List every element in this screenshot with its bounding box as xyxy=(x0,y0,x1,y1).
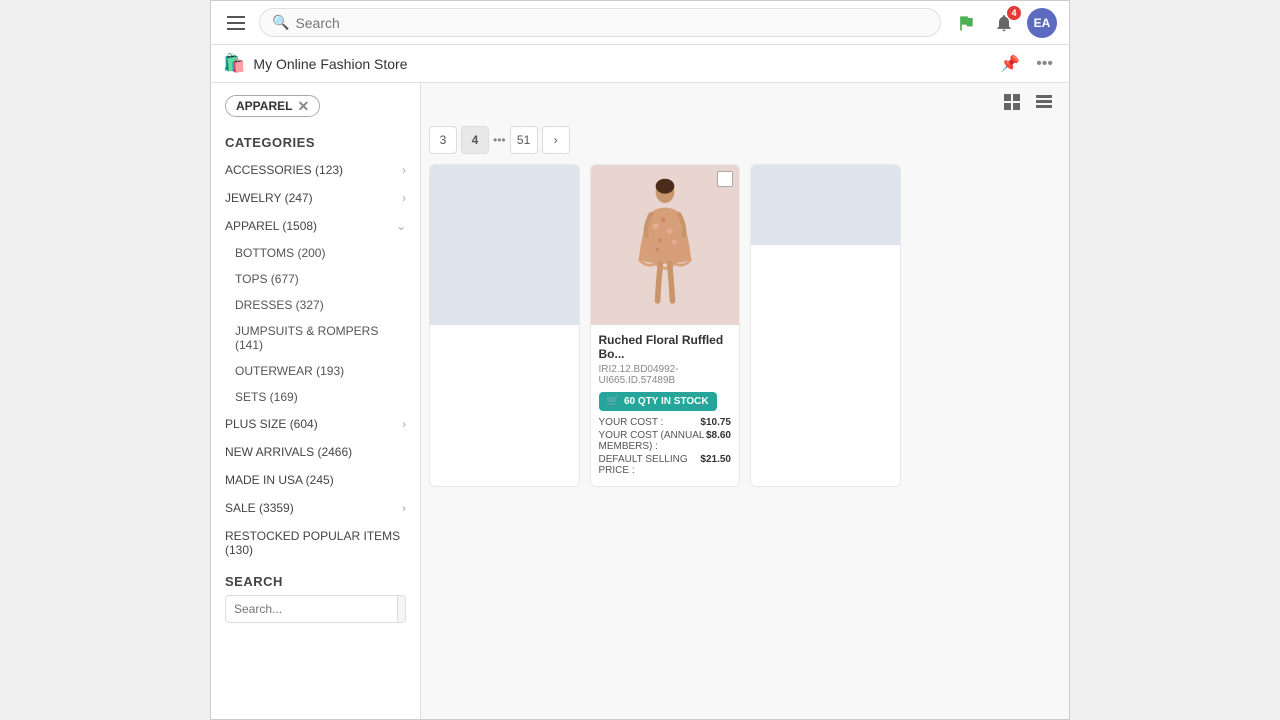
chevron-down-icon: ⌄ xyxy=(396,219,406,233)
second-bar: 🛍️ My Online Fashion Store 📌 ••• xyxy=(211,45,1069,83)
category-accessories[interactable]: ACCESSORIES (123) › xyxy=(211,156,420,184)
product-sku: IRI2.12.BD04992-UI665.ID.57489B xyxy=(599,364,732,386)
stock-button[interactable]: 🛒 60 QTY IN STOCK xyxy=(599,392,717,411)
annual-cost-label: YOUR COST (ANNUAL MEMBERS) : xyxy=(599,430,706,452)
grid-view-button[interactable] xyxy=(999,91,1025,118)
category-restocked[interactable]: RESTOCKED POPULAR ITEMS (130) xyxy=(211,522,420,564)
category-restocked-label: RESTOCKED POPULAR ITEMS (130) xyxy=(225,529,406,557)
product-card-placeholder-1[interactable] xyxy=(429,164,580,487)
category-made-in-usa-label: MADE IN USA (245) xyxy=(225,473,334,487)
your-cost-label: YOUR COST : xyxy=(599,417,664,428)
subcategory-sets[interactable]: SETS (169) xyxy=(211,384,420,410)
price-row-cost: YOUR COST : $10.75 xyxy=(599,417,732,428)
category-plus-size-label: PLUS SIZE (604) xyxy=(225,417,318,431)
category-new-arrivals[interactable]: NEW ARRIVALS (2466) xyxy=(211,438,420,466)
chevron-right-icon: › xyxy=(402,417,406,431)
product-image-placeholder-2 xyxy=(751,165,900,245)
price-row-selling: DEFAULT SELLING PRICE : $21.50 xyxy=(599,454,732,476)
product-grid: Ruched Floral Ruffled Bo... IRI2.12.BD04… xyxy=(429,164,1061,487)
sidebar-search-container: 🔍 xyxy=(225,595,406,623)
subcategory-jumpsuits[interactable]: JUMPSUITS & ROMPERS (141) xyxy=(211,318,420,358)
flag-button[interactable] xyxy=(951,8,981,38)
page-4-button[interactable]: 4 xyxy=(461,126,489,154)
notification-badge: 4 xyxy=(1007,6,1021,20)
product-dress-svg xyxy=(625,175,705,315)
product-name: Ruched Floral Ruffled Bo... xyxy=(599,333,732,361)
sidebar: APPAREL ✕ CATEGORIES ACCESSORIES (123) ›… xyxy=(211,83,421,719)
sidebar-search-input[interactable] xyxy=(226,597,397,621)
more-options-button[interactable]: ••• xyxy=(1032,53,1057,75)
store-icon: 🛍️ xyxy=(223,53,245,74)
category-apparel-label: APPAREL (1508) xyxy=(225,219,317,233)
page-3-button[interactable]: 3 xyxy=(429,126,457,154)
main-content: APPAREL ✕ CATEGORIES ACCESSORIES (123) ›… xyxy=(211,83,1069,719)
remove-filter-icon[interactable]: ✕ xyxy=(297,99,309,113)
product-image xyxy=(591,165,740,325)
sidebar-search-title: SEARCH xyxy=(211,564,420,595)
pagination-dots: ••• xyxy=(493,133,506,147)
sidebar-search-button[interactable]: 🔍 xyxy=(397,596,406,622)
selling-price-label: DEFAULT SELLING PRICE : xyxy=(599,454,701,476)
category-jewelry-label: JEWELRY (247) xyxy=(225,191,313,205)
top-bar: 🔍 4 EA xyxy=(211,1,1069,45)
global-search-bar: 🔍 xyxy=(259,8,941,37)
filter-tag-area: APPAREL ✕ xyxy=(211,83,420,125)
list-view-button[interactable] xyxy=(1031,91,1057,118)
selling-price-value: $21.50 xyxy=(700,454,731,476)
category-apparel[interactable]: APPAREL (1508) ⌄ xyxy=(211,212,420,240)
subcategory-outerwear[interactable]: OUTERWEAR (193) xyxy=(211,358,420,384)
category-plus-size[interactable]: PLUS SIZE (604) › xyxy=(211,410,420,438)
search-icon: 🔍 xyxy=(272,14,289,31)
your-cost-value: $10.75 xyxy=(700,417,731,428)
subcategory-tops[interactable]: TOPS (677) xyxy=(211,266,420,292)
right-toolbar xyxy=(429,91,1061,118)
search-input[interactable] xyxy=(295,15,928,31)
page-51-button[interactable]: 51 xyxy=(510,126,538,154)
product-card-placeholder-2[interactable] xyxy=(750,164,901,487)
subcategory-dresses[interactable]: DRESSES (327) xyxy=(211,292,420,318)
top-icons: 4 EA xyxy=(951,8,1057,38)
category-made-in-usa[interactable]: MADE IN USA (245) xyxy=(211,466,420,494)
notifications-button[interactable]: 4 xyxy=(989,8,1019,38)
right-panel: 3 4 ••• 51 › xyxy=(421,83,1069,719)
subcategory-bottoms[interactable]: BOTTOMS (200) xyxy=(211,240,420,266)
product-info: Ruched Floral Ruffled Bo... IRI2.12.BD04… xyxy=(591,325,740,486)
filter-tag-label: APPAREL xyxy=(236,99,292,113)
product-card-main[interactable]: Ruched Floral Ruffled Bo... IRI2.12.BD04… xyxy=(590,164,741,487)
pagination: 3 4 ••• 51 › xyxy=(429,126,1061,154)
price-row-annual: YOUR COST (ANNUAL MEMBERS) : $8.60 xyxy=(599,430,732,452)
store-name: My Online Fashion Store xyxy=(253,56,988,72)
page-next-button[interactable]: › xyxy=(542,126,570,154)
category-new-arrivals-label: NEW ARRIVALS (2466) xyxy=(225,445,352,459)
category-jewelry[interactable]: JEWELRY (247) › xyxy=(211,184,420,212)
annual-cost-value: $8.60 xyxy=(706,430,731,452)
product-select-checkbox[interactable] xyxy=(717,171,733,187)
apparel-filter-tag[interactable]: APPAREL ✕ xyxy=(225,95,320,117)
pin-button[interactable]: 📌 xyxy=(996,52,1024,76)
cart-icon: 🛒 xyxy=(607,396,619,407)
product-image-placeholder xyxy=(430,165,579,325)
stock-label: 60 QTY IN STOCK xyxy=(624,396,709,407)
chevron-right-icon: › xyxy=(402,501,406,515)
chevron-right-icon: › xyxy=(402,163,406,177)
category-sale-label: SALE (3359) xyxy=(225,501,294,515)
category-sale[interactable]: SALE (3359) › xyxy=(211,494,420,522)
categories-title: CATEGORIES xyxy=(211,125,420,156)
hamburger-menu[interactable] xyxy=(223,12,249,34)
category-accessories-label: ACCESSORIES (123) xyxy=(225,163,343,177)
chevron-right-icon: › xyxy=(402,191,406,205)
avatar-button[interactable]: EA xyxy=(1027,8,1057,38)
